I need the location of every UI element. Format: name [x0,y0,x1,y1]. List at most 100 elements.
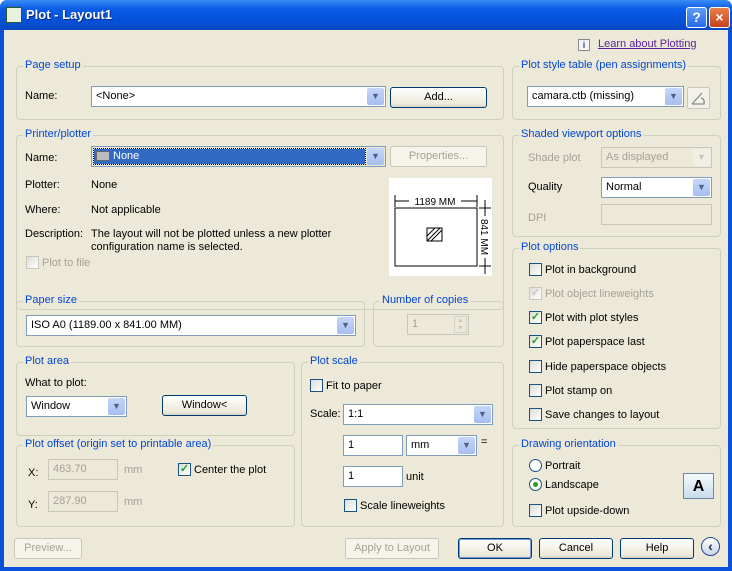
paper-size-select[interactable]: ISO A0 (1189.00 x 841.00 MM) ▼ [26,315,356,336]
dpi-input[interactable] [601,204,712,225]
plot-offset-title: Plot offset (origin set to printable are… [23,438,214,450]
checkbox-icon [529,408,542,421]
landscape-radio[interactable]: Landscape [529,478,599,491]
paper-size-title: Paper size [23,294,79,306]
offset-x-label: X: [28,467,39,479]
scale-select[interactable]: 1:1 ▼ [343,404,493,425]
offset-y-input[interactable]: 287.90 [48,491,118,512]
description-line-1: The layout will not be plotted unless a … [91,228,332,240]
drawing-units-input[interactable]: 1 [343,466,403,487]
plot-style-table-value: camara.ctb (missing) [532,90,635,102]
what-to-plot-label: What to plot: [25,377,87,389]
paper-preview: 1189 MM 841 MM [389,178,492,276]
apply-to-layout-button[interactable]: Apply to Layout [345,538,439,559]
window-select-button[interactable]: Window< [162,395,247,416]
plot-option-label: Hide paperspace objects [545,360,667,373]
number-of-copies-title: Number of copies [380,294,471,306]
scale-value: 1:1 [348,408,364,420]
portrait-radio[interactable]: Portrait [529,459,580,472]
landscape-label: Landscape [545,478,599,491]
preview-height-label: 841 MM [478,219,489,255]
chevron-down-icon[interactable]: ▼ [693,149,710,166]
radio-off-icon [529,459,542,472]
properties-button[interactable]: Properties... [390,146,487,167]
close-button[interactable]: × [709,7,730,28]
portrait-label: Portrait [545,459,581,472]
autocad-app-icon [6,7,22,23]
plot-option-checkbox[interactable]: Plot stamp on [529,384,612,397]
page-setup-name-select[interactable]: <None> ▼ [91,86,386,107]
plot-to-file-label: Plot to file [42,256,91,269]
plot-style-table-title: Plot style table (pen assignments) [519,59,689,71]
chevron-down-icon[interactable]: ▼ [474,406,491,423]
drawing-orientation-title: Drawing orientation [519,438,618,450]
orientation-letter: A [692,478,705,495]
plot-option-label: Plot stamp on [545,384,613,397]
edit-plot-style-button[interactable] [687,87,710,109]
quality-select[interactable]: Normal ▼ [601,177,712,198]
window-title: Plot - Layout1 [26,7,112,22]
plot-to-file-checkbox[interactable]: Plot to file [26,256,90,269]
help-button[interactable]: Help [620,538,694,559]
cancel-button[interactable]: Cancel [539,538,613,559]
preview-button[interactable]: Preview... [14,538,82,559]
what-to-plot-select[interactable]: Window ▼ [26,396,127,417]
plot-option-checkbox[interactable]: Plot in background [529,263,636,276]
shade-plot-select[interactable]: As displayed ▼ [601,147,712,168]
offset-x-unit: mm [124,464,143,476]
checkmark-icon: ✓ [178,463,191,476]
chevron-down-icon[interactable]: ▼ [665,88,682,105]
plot-option-checkbox[interactable]: ✓ Plot object lineweights [529,287,654,300]
plot-option-label: Plot paperspace last [545,335,645,348]
paper-units-input[interactable]: 1 [343,435,403,456]
printer-name-value: None [93,148,366,165]
fit-to-paper-checkbox[interactable]: Fit to paper [310,379,382,392]
description-label: Description: [25,228,84,240]
title-bar[interactable]: Plot - Layout1 ? × [0,0,732,30]
page-setup-name-label: Name: [25,90,58,102]
checkmark-icon: ✓ [529,335,542,348]
plot-upside-down-label: Plot upside-down [545,504,630,517]
ok-button[interactable]: OK [458,538,532,559]
learn-about-plotting-link[interactable]: Learn about Plotting [598,38,696,50]
checkbox-icon [529,384,542,397]
plot-option-label: Plot in background [545,263,637,276]
scale-label: Scale: [310,408,341,420]
plot-option-checkbox[interactable]: Save changes to layout [529,408,659,421]
spinner-icon[interactable]: ▲ ▼ [454,316,467,333]
chevron-down-icon[interactable]: ▼ [367,88,384,105]
plot-scale-title: Plot scale [308,355,360,367]
center-plot-checkbox[interactable]: ✓ Center the plot [178,463,266,476]
add-page-setup-button[interactable]: Add... [390,87,487,108]
chevron-down-icon[interactable]: ▼ [108,398,125,415]
chevron-down-icon[interactable]: ▼ [367,148,384,165]
copies-input[interactable]: 1 ▲ ▼ [407,314,469,335]
checkmark-icon: ✓ [529,287,542,300]
plotter-label: Plotter: [25,179,60,191]
plot-upside-down-checkbox[interactable]: Plot upside-down [529,504,629,517]
collapse-options-button[interactable]: ‹ [701,537,720,556]
plot-style-table-select[interactable]: camara.ctb (missing) ▼ [527,86,684,107]
drawing-units-label: unit [406,471,424,483]
offset-x-input[interactable]: 463.70 [48,459,118,480]
quality-value: Normal [606,181,642,193]
chevron-down-icon[interactable]: ▼ [337,317,354,334]
dpi-label: DPI [528,212,547,224]
radio-on-icon [529,478,542,491]
printer-name-select[interactable]: None ▼ [91,146,386,167]
chevron-down-icon[interactable]: ▼ [458,437,475,454]
fit-to-paper-label: Fit to paper [326,379,382,392]
plot-option-checkbox[interactable]: Hide paperspace objects [529,360,666,373]
plot-option-label: Plot object lineweights [545,287,654,300]
title-help-button[interactable]: ? [686,7,707,28]
printer-name-label: Name: [25,152,58,164]
page-setup-title: Page setup [23,59,83,71]
plot-option-checkbox[interactable]: ✓ Plot with plot styles [529,311,639,324]
scale-lineweights-checkbox[interactable]: Scale lineweights [344,499,445,512]
offset-y-label: Y: [28,499,38,511]
units-select[interactable]: mm ▼ [406,435,477,456]
plotter-icon [96,151,110,162]
info-icon: i [578,39,590,51]
plot-option-checkbox[interactable]: ✓ Plot paperspace last [529,335,645,348]
chevron-down-icon[interactable]: ▼ [693,179,710,196]
